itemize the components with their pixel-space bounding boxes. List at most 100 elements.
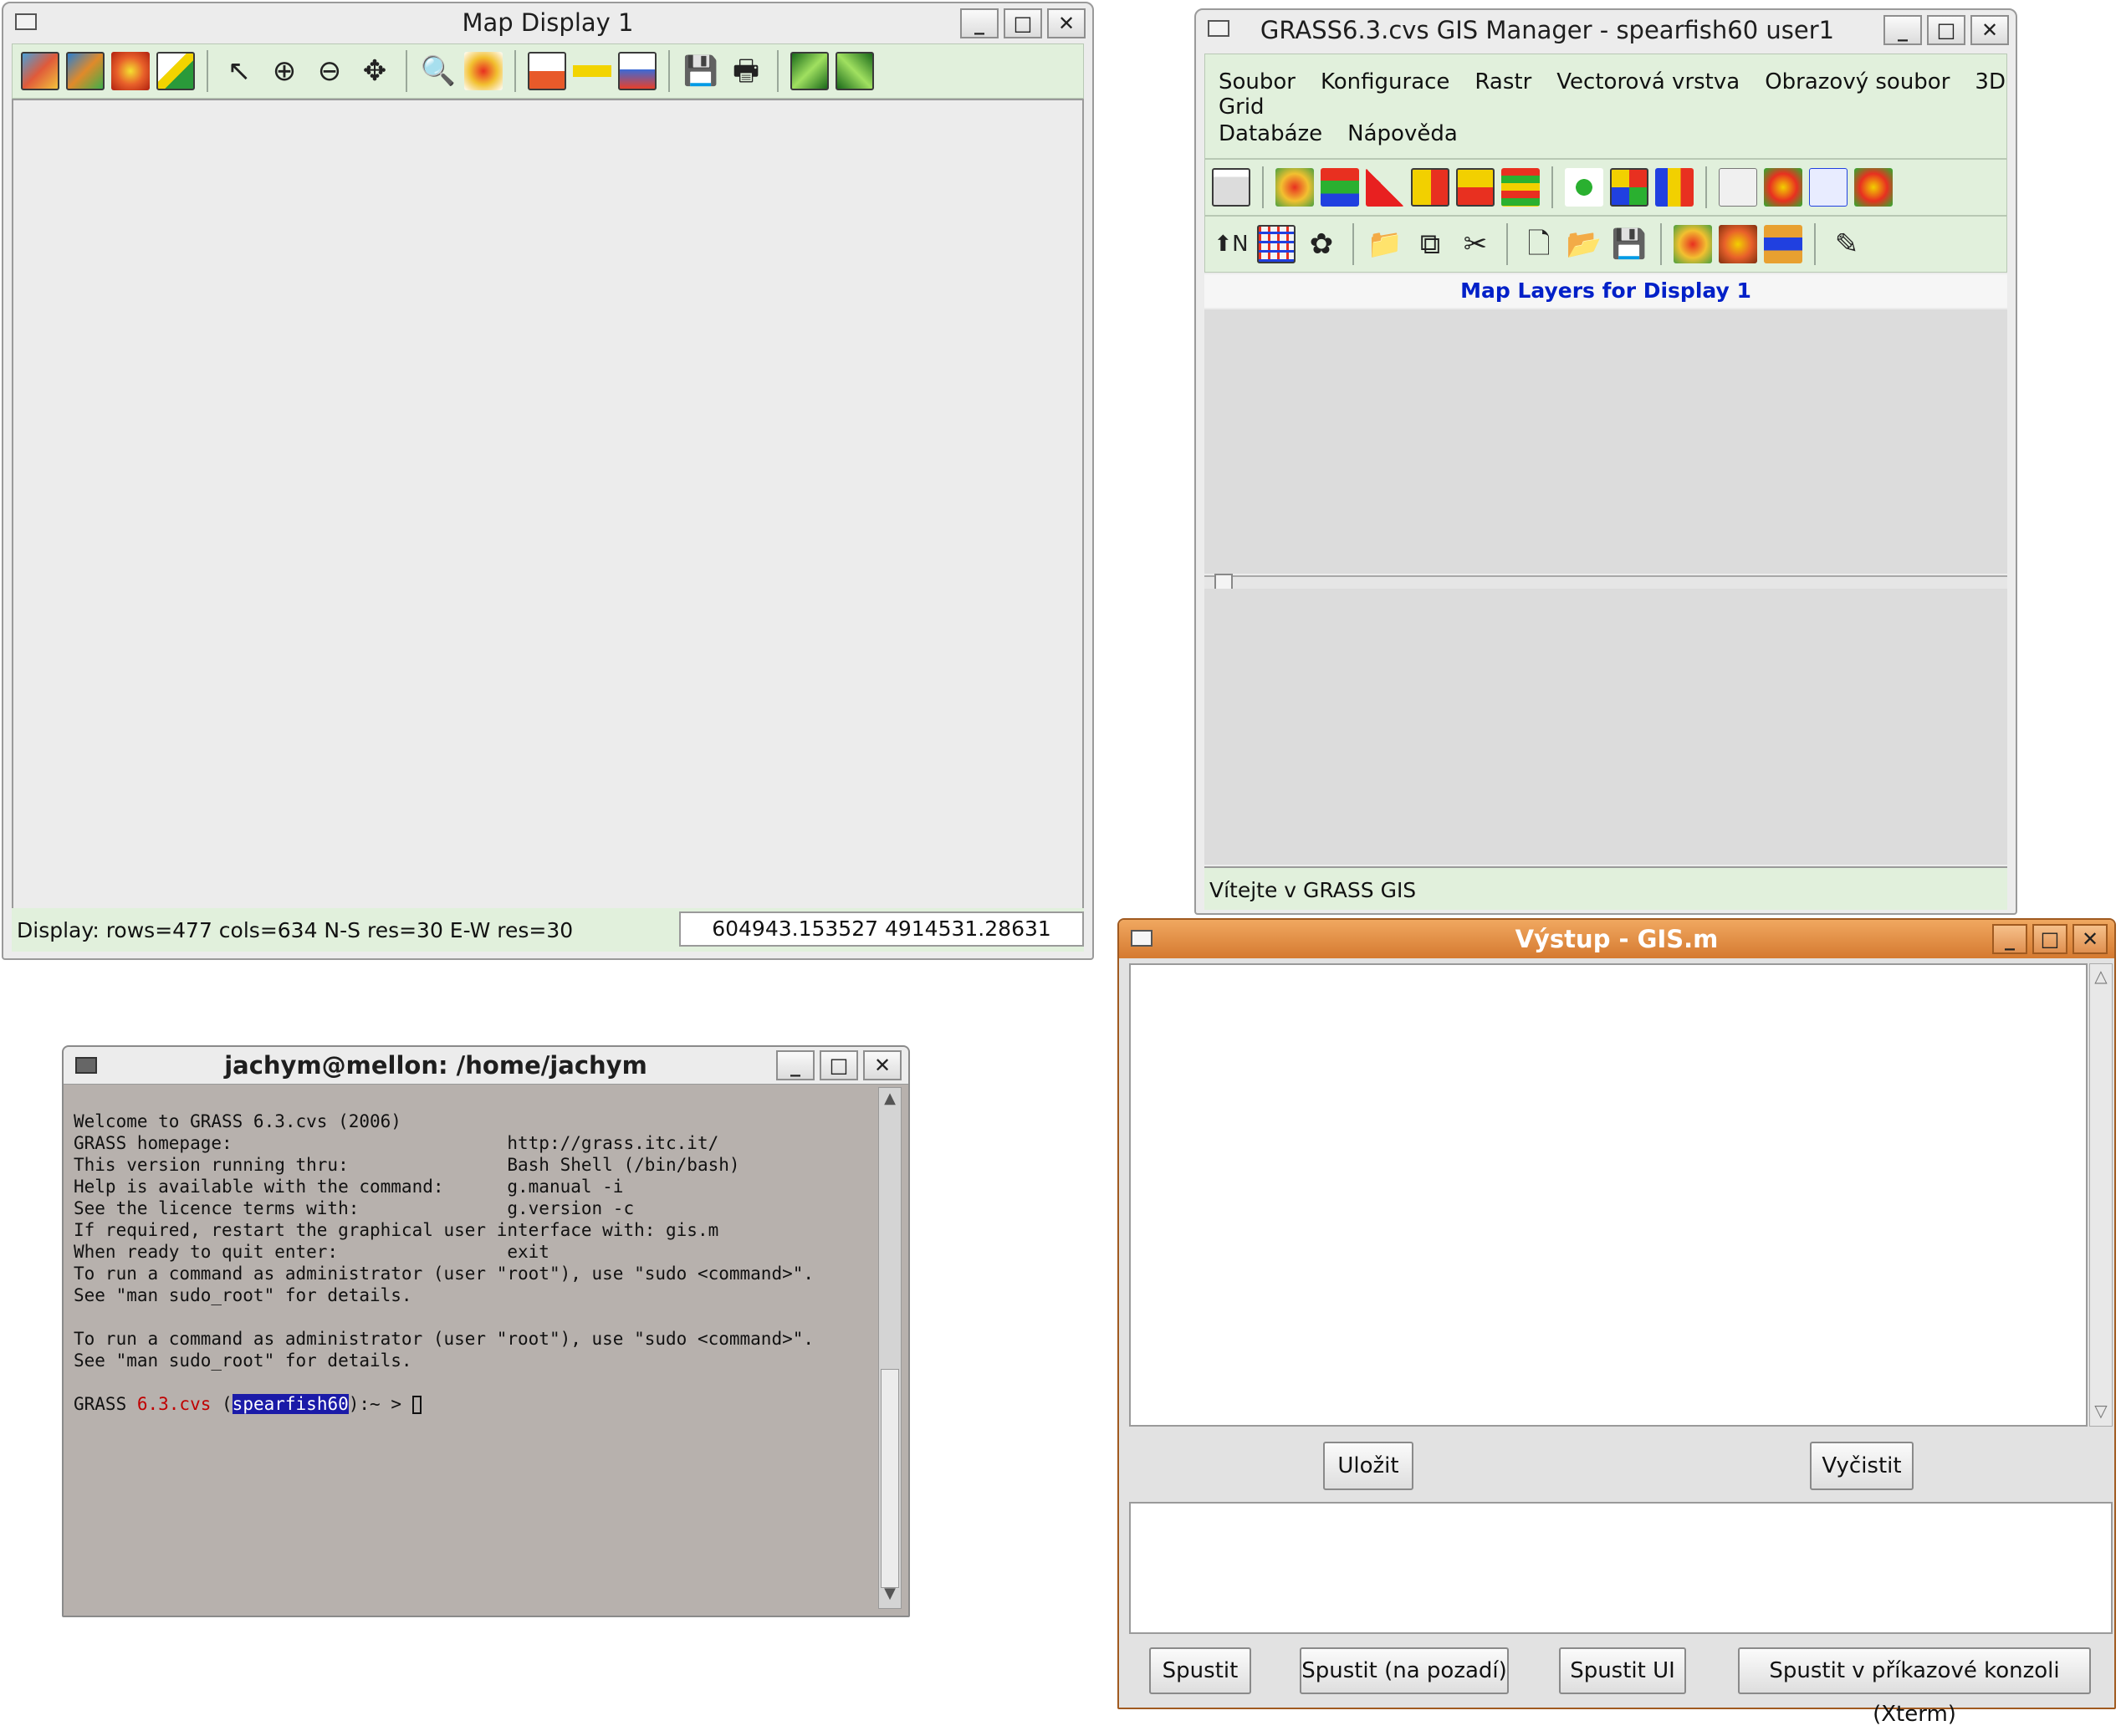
menu-vector[interactable]: Vectorová vrstva bbox=[1556, 69, 1740, 94]
save-icon[interactable]: 💾 bbox=[1610, 225, 1648, 263]
toolbar-separator bbox=[1262, 166, 1264, 208]
minimize-icon[interactable]: _ bbox=[776, 1050, 815, 1080]
north-arrow-icon[interactable]: ⬆N bbox=[1212, 225, 1250, 263]
terminal-line: See the licence terms with: g.version -c bbox=[74, 1198, 635, 1218]
menu-databaze[interactable]: Databáze bbox=[1219, 121, 1322, 146]
coordinates-value: 604943.153527 4914531.28631 bbox=[712, 917, 1051, 941]
erase-icon[interactable] bbox=[156, 52, 195, 90]
text-icon[interactable] bbox=[1764, 168, 1802, 207]
terminal-output: Welcome to GRASS 6.3.cvs (2006) GRASS hom… bbox=[74, 1089, 814, 1458]
clear-output-button[interactable]: Vyčistit bbox=[1810, 1442, 1914, 1490]
maximize-icon[interactable]: □ bbox=[820, 1050, 858, 1080]
query-icon[interactable] bbox=[528, 52, 566, 90]
minimize-icon[interactable]: _ bbox=[960, 8, 999, 38]
maximize-icon[interactable]: □ bbox=[2032, 924, 2067, 954]
gis-manager-window: GRASS6.3.cvs GIS Manager - spearfish60 u… bbox=[1194, 8, 2017, 915]
close-icon[interactable]: ✕ bbox=[2072, 924, 2108, 954]
ps-text-icon[interactable] bbox=[1854, 168, 1893, 207]
output-title: Výstup - GIS.m bbox=[1515, 925, 1719, 953]
minimize-icon[interactable]: _ bbox=[1992, 924, 2027, 954]
zoom-to-map-icon[interactable] bbox=[111, 52, 150, 90]
new-file-icon[interactable]: 🗋 bbox=[1520, 225, 1558, 263]
close-icon[interactable]: ✕ bbox=[1970, 15, 2009, 45]
command-input[interactable] bbox=[1129, 1502, 2113, 1634]
zoom-out-icon[interactable]: ⊖ bbox=[310, 52, 349, 90]
measure-icon[interactable] bbox=[573, 52, 611, 90]
new-display-icon[interactable] bbox=[1212, 168, 1250, 207]
raster-layer-icon[interactable] bbox=[1275, 168, 1314, 207]
display-region-icon[interactable] bbox=[66, 52, 105, 90]
terminal-line: See "man sudo_root" for details. bbox=[74, 1351, 412, 1371]
nviz-3d-icon[interactable] bbox=[1764, 225, 1802, 263]
close-icon[interactable]: ✕ bbox=[863, 1050, 902, 1080]
terminal-scrollbar[interactable]: ▲ ▼ bbox=[878, 1087, 902, 1609]
map-display-titlebar[interactable]: Map Display 1 _ □ ✕ bbox=[3, 3, 1092, 42]
output-titlebar[interactable]: Výstup - GIS.m _ □ ✕ bbox=[1119, 920, 2114, 958]
terminal-prompt[interactable]: GRASS 6.3.cvs (spearfish60):~ > bbox=[74, 1393, 814, 1415]
scroll-up-arrow-icon[interactable]: ▲ bbox=[881, 1090, 899, 1111]
welcome-message: Vítejte v GRASS GIS bbox=[1209, 878, 1417, 902]
georectify-icon[interactable] bbox=[1674, 225, 1712, 263]
digitize-icon[interactable]: ✎ bbox=[1827, 225, 1866, 263]
menu-image[interactable]: Obrazový soubor bbox=[1765, 69, 1950, 94]
maximize-icon[interactable]: □ bbox=[1927, 15, 1965, 45]
coordinates-field[interactable]: 604943.153527 4914531.28631 bbox=[679, 911, 1084, 947]
arrows-icon[interactable] bbox=[1456, 168, 1495, 207]
zoom-in-icon[interactable]: ⊕ bbox=[265, 52, 304, 90]
output-text-area[interactable] bbox=[1129, 963, 2088, 1427]
menu-soubor[interactable]: Soubor bbox=[1219, 69, 1296, 94]
run-background-button[interactable]: Spustit (na pozadí) bbox=[1300, 1647, 1509, 1694]
scroll-down-arrow-icon[interactable]: ▼ bbox=[881, 1585, 899, 1606]
toolbar-separator bbox=[777, 50, 779, 92]
gis-manager-titlebar[interactable]: GRASS6.3.cvs GIS Manager - spearfish60 u… bbox=[1196, 10, 2016, 52]
print-icon[interactable]: 🖶 bbox=[727, 52, 765, 90]
prompt-location[interactable]: spearfish60 bbox=[232, 1394, 349, 1414]
pan-icon[interactable]: ✥ bbox=[355, 52, 394, 90]
grid-icon[interactable] bbox=[1257, 225, 1296, 263]
terminal-line: See "man sudo_root" for details. bbox=[74, 1285, 412, 1305]
zoom-back-icon[interactable]: 🔍 bbox=[419, 52, 457, 90]
zoom-menu-icon[interactable] bbox=[464, 52, 503, 90]
thematic-map-icon[interactable] bbox=[1610, 168, 1648, 207]
group-folder-icon[interactable]: 📁 bbox=[1366, 225, 1404, 263]
histogram-icon[interactable] bbox=[1366, 168, 1404, 207]
maximize-icon[interactable]: □ bbox=[1004, 8, 1042, 38]
run-xterm-button[interactable]: Spustit v příkazové konzoli (Xterm) bbox=[1738, 1647, 2091, 1727]
vector-layer-icon[interactable] bbox=[1565, 168, 1603, 207]
cell-values-icon[interactable] bbox=[1411, 168, 1449, 207]
run-button[interactable]: Spustit bbox=[1149, 1647, 1251, 1694]
frame-icon[interactable]: ✿ bbox=[1302, 225, 1341, 263]
run-ui-button[interactable]: Spustit UI bbox=[1559, 1647, 1686, 1694]
map-canvas[interactable] bbox=[12, 99, 1084, 910]
menu-konfigurace[interactable]: Konfigurace bbox=[1321, 69, 1449, 94]
display-status-text: Display: rows=477 cols=634 N-S res=30 E-… bbox=[17, 918, 574, 942]
layer-tree[interactable] bbox=[1204, 309, 2007, 574]
terminal-line: When ready to quit enter: exit bbox=[74, 1242, 549, 1262]
scroll-down-arrow-icon[interactable]: ▽ bbox=[2092, 1401, 2110, 1424]
open-icon[interactable]: 📂 bbox=[1565, 225, 1603, 263]
legend-icon[interactable] bbox=[1501, 168, 1540, 207]
display-map-icon[interactable] bbox=[21, 52, 59, 90]
scroll-thumb[interactable] bbox=[881, 1369, 899, 1588]
terminal-line: Welcome to GRASS 6.3.cvs (2006) bbox=[74, 1111, 401, 1131]
nviz2-icon[interactable] bbox=[836, 52, 874, 90]
labels-icon[interactable] bbox=[1719, 168, 1757, 207]
close-icon[interactable]: ✕ bbox=[1047, 8, 1086, 38]
ps-icon[interactable] bbox=[1809, 168, 1848, 207]
menu-napoveda[interactable]: Nápověda bbox=[1347, 121, 1458, 146]
save-icon[interactable]: 💾 bbox=[682, 52, 720, 90]
chart-icon[interactable] bbox=[1655, 168, 1694, 207]
animate-icon[interactable] bbox=[1719, 225, 1757, 263]
terminal-titlebar[interactable]: jachym@mellon: /home/jachym _ □ ✕ bbox=[64, 1047, 908, 1085]
output-scrollbar[interactable]: △ ▽ bbox=[2089, 963, 2113, 1427]
minimize-icon[interactable]: _ bbox=[1883, 15, 1922, 45]
profile-icon[interactable] bbox=[618, 52, 657, 90]
menu-rastr[interactable]: Rastr bbox=[1474, 69, 1531, 94]
pointer-icon[interactable]: ↖ bbox=[220, 52, 258, 90]
copy-icon[interactable]: ⧉ bbox=[1411, 225, 1449, 263]
scroll-up-arrow-icon[interactable]: △ bbox=[2092, 966, 2110, 989]
rgb-layer-icon[interactable] bbox=[1321, 168, 1359, 207]
nviz-icon[interactable] bbox=[790, 52, 829, 90]
cut-icon[interactable]: ✂ bbox=[1456, 225, 1495, 263]
save-output-button[interactable]: Uložit bbox=[1323, 1442, 1413, 1490]
